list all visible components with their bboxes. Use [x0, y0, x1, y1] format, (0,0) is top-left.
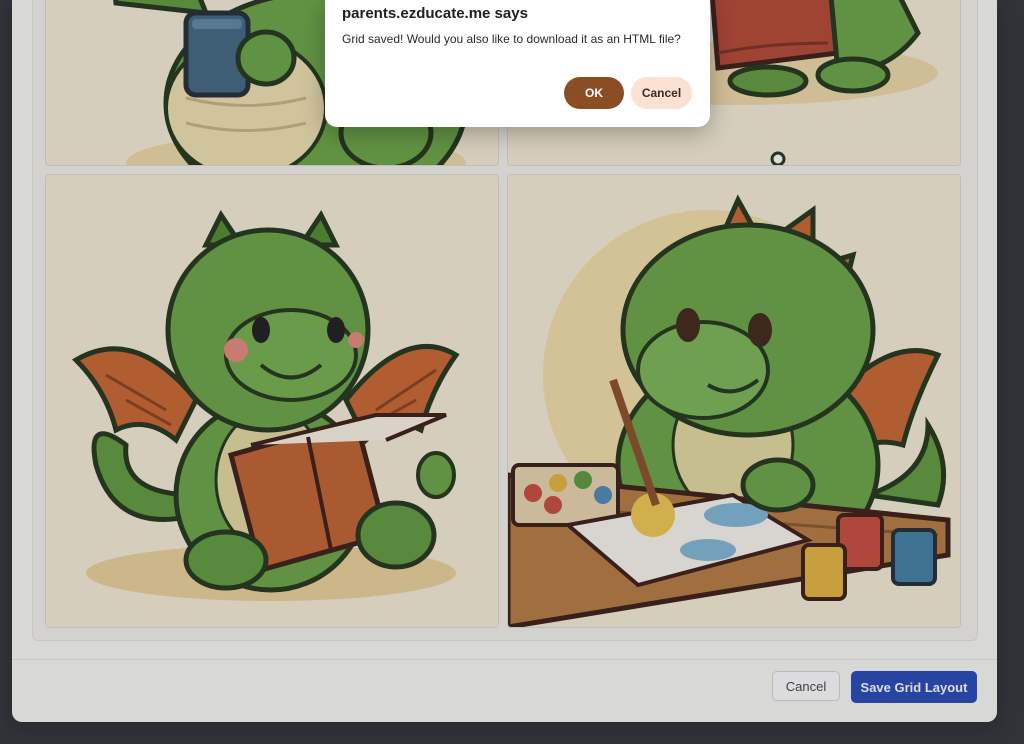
- dialog-cancel-button[interactable]: Cancel: [631, 77, 692, 109]
- dialog-ok-button[interactable]: OK: [564, 77, 624, 109]
- dialog-title: parents.ezducate.me says: [342, 5, 528, 22]
- dialog-message: Grid saved! Would you also like to downl…: [342, 32, 681, 46]
- browser-confirm-dialog: parents.ezducate.me says Grid saved! Wou…: [325, 0, 710, 127]
